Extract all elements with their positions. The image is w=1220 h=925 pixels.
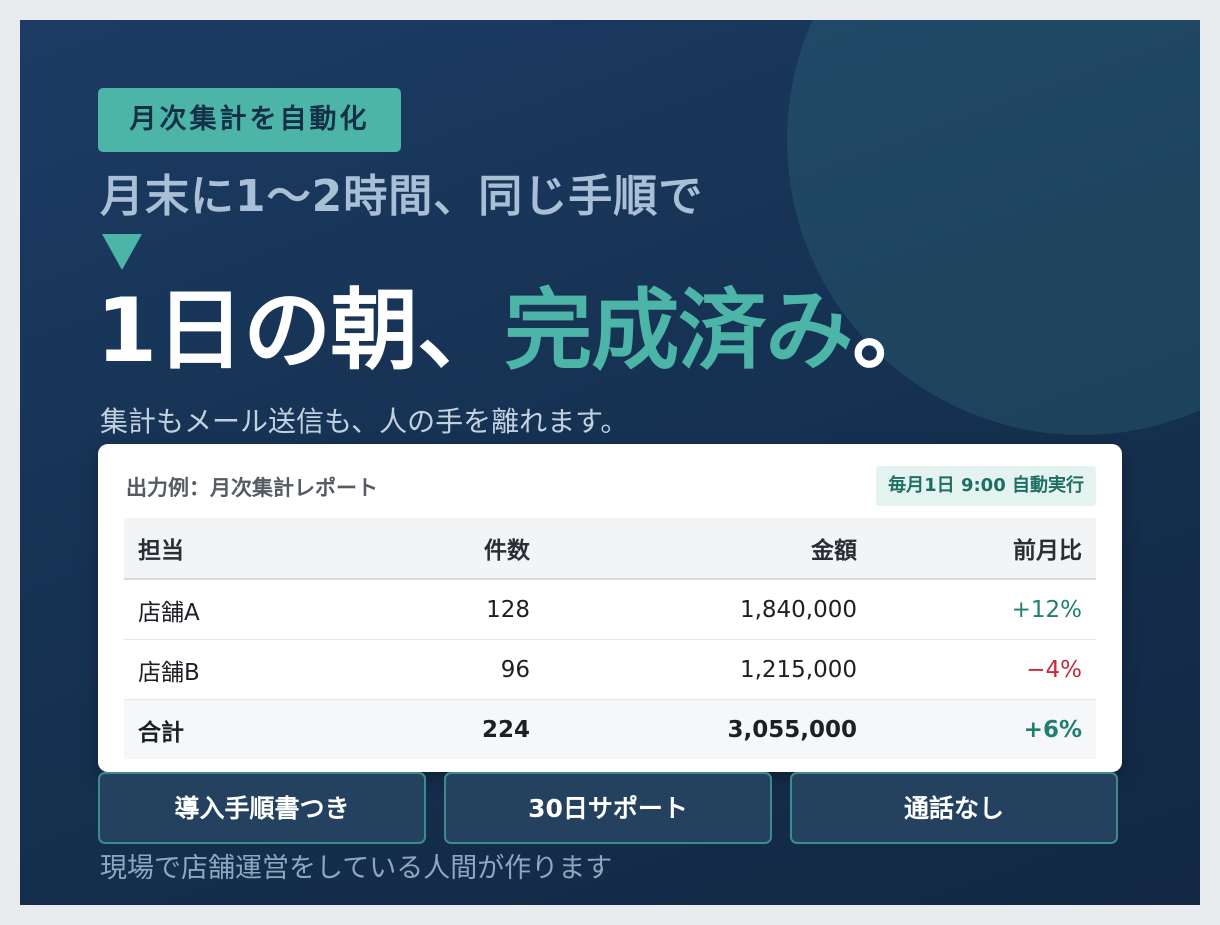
table-total-row: 合計 224 3,055,000 +6% (124, 699, 1096, 759)
table-header-row: 担当 件数 金額 前月比 (124, 518, 1096, 580)
hero-banner: 月次集計を自動化 月末に1〜2時間、同じ手順で 1日の朝、完成済み。 集計もメー… (20, 20, 1200, 905)
cell-name: 合計 (124, 699, 339, 759)
feature-pill-support: 30日サポート (444, 772, 772, 844)
column-header-ratio: 前月比 (858, 518, 1096, 580)
card-title: 出力例：月次集計レポート (126, 476, 378, 500)
cell-ratio: +12% (858, 579, 1096, 640)
report-card: 出力例：月次集計レポート 毎月1日 9:00 自動実行 担当 件数 金額 前月比… (98, 444, 1122, 772)
cell-name: 店舗B (124, 639, 339, 700)
cell-amount: 1,215,000 (531, 639, 858, 700)
schedule-badge: 毎月1日 9:00 自動実行 (876, 466, 1096, 506)
footer-text: 現場で店舗運営をしている人間が作ります (100, 853, 613, 884)
feature-badge: 月次集計を自動化 (98, 88, 401, 152)
cell-ratio: −4% (858, 639, 1096, 700)
column-header-count: 件数 (339, 518, 531, 580)
headline: 1日の朝、完成済み。 (96, 276, 940, 386)
column-header-owner: 担当 (124, 518, 339, 580)
headline-part2: 。 (852, 279, 940, 382)
feature-pill-guide: 導入手順書つき (98, 772, 426, 844)
table-row: 店舗A 128 1,840,000 +12% (124, 579, 1096, 640)
cell-amount: 1,840,000 (531, 579, 858, 640)
down-arrow-icon (102, 234, 142, 270)
cell-amount: 3,055,000 (531, 699, 858, 759)
subline: 集計もメール送信も、人の手を離れます。 (100, 405, 629, 438)
report-table: 担当 件数 金額 前月比 店舗A 128 1,840,000 +12% 店舗B … (124, 518, 1096, 759)
headline-part1: 1日の朝、 (96, 279, 505, 382)
cell-ratio: +6% (858, 699, 1096, 759)
cell-count: 224 (339, 699, 531, 759)
headline-accent: 完成済み (504, 279, 853, 382)
column-header-amount: 金額 (531, 518, 858, 580)
cell-name: 店舗A (124, 579, 339, 640)
feature-pill-no-calls: 通話なし (790, 772, 1118, 844)
cell-count: 96 (339, 639, 531, 700)
cell-count: 128 (339, 579, 531, 640)
lead-text: 月末に1〜2時間、同じ手順で (100, 171, 704, 222)
table-row: 店舗B 96 1,215,000 −4% (124, 639, 1096, 700)
